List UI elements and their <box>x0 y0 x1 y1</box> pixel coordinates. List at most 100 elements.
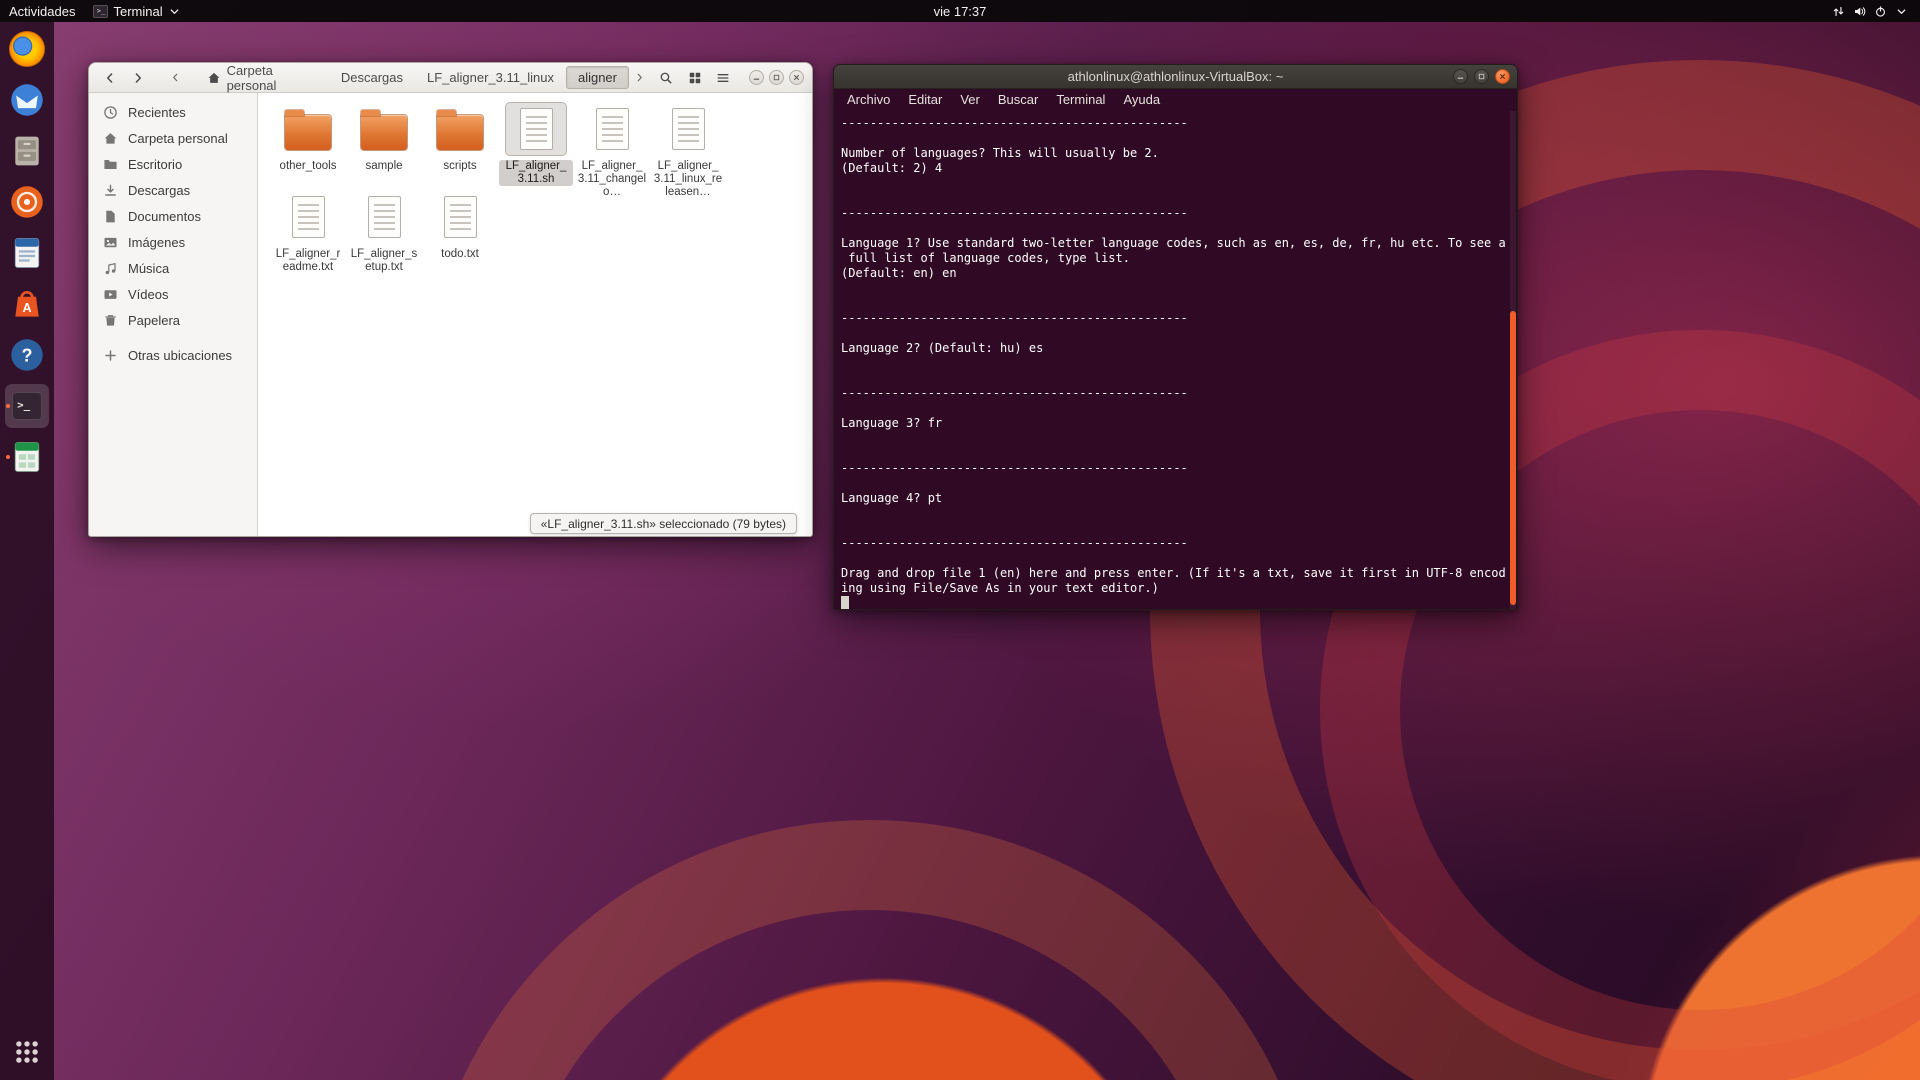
file-item-todo-txt[interactable]: todo.txt <box>422 189 498 277</box>
trash-icon <box>103 313 118 328</box>
terminal-menu-terminal[interactable]: Terminal <box>1047 89 1114 111</box>
svg-text:A: A <box>22 301 31 315</box>
breadcrumb-item-aligner[interactable]: aligner <box>566 66 629 89</box>
sidebar-item-carpeta-personal[interactable]: Carpeta personal <box>89 125 257 151</box>
wallpaper-arc <box>420 820 1320 1080</box>
image-icon <box>103 235 118 250</box>
terminal-minimize-button[interactable] <box>1453 69 1468 84</box>
file-item-sample[interactable]: sample <box>346 101 422 189</box>
terminal-content[interactable]: ----------------------------------------… <box>834 111 1517 609</box>
maximize-button[interactable] <box>769 70 784 85</box>
files-window: Carpeta personalDescargasLF_aligner_3.11… <box>88 62 813 537</box>
sidebar-item-descargas[interactable]: Descargas <box>89 177 257 203</box>
terminal-line: Drag and drop file 1 (en) here and press… <box>841 566 1509 581</box>
network-icon <box>1832 5 1845 18</box>
dock-item-libreoffice-writer[interactable] <box>5 231 49 275</box>
breadcrumb-scroll-right-button[interactable] <box>632 67 648 89</box>
activities-button[interactable]: Actividades <box>0 0 84 22</box>
dock-item-terminal[interactable]: >_ <box>5 384 49 428</box>
files-content-area[interactable]: other_toolssamplescriptsLF_aligner_3.11.… <box>258 93 812 536</box>
terminal-line <box>841 476 1509 491</box>
power-icon <box>1874 5 1887 18</box>
file-label: LF_aligner_readme.txt <box>271 248 345 274</box>
terminal-menu-editar[interactable]: Editar <box>899 89 951 111</box>
sidebar-item-label: Vídeos <box>128 287 168 302</box>
back-button[interactable] <box>97 67 122 89</box>
file-icon <box>506 103 566 155</box>
terminal-line <box>841 131 1509 146</box>
terminal-line <box>841 221 1509 236</box>
terminal-menu-ver[interactable]: Ver <box>951 89 989 111</box>
breadcrumb-label: LF_aligner_3.11_linux <box>427 70 554 85</box>
file-label: sample <box>347 160 421 173</box>
breadcrumb-item-descargas[interactable]: Descargas <box>329 66 415 89</box>
file-item-lf-aligner-3-11-sh[interactable]: LF_aligner_3.11.sh <box>498 101 574 189</box>
terminal-line: ing using File/Save As in your text edit… <box>841 581 1509 596</box>
files-headerbar[interactable]: Carpeta personalDescargas LF_aligner_3.11… <box>89 63 812 93</box>
breadcrumb: Carpeta personalDescargas LF_aligner_3.11… <box>195 66 629 89</box>
dock-item-libreoffice-calc[interactable] <box>5 435 49 479</box>
sidebar-item-documentos[interactable]: Documentos <box>89 203 257 229</box>
terminal-line: ----------------------------------------… <box>841 311 1509 326</box>
sidebar-item-recientes[interactable]: Recientes <box>89 99 257 125</box>
terminal-line <box>841 506 1509 521</box>
system-status-area[interactable] <box>1823 0 1920 22</box>
terminal-menu-buscar[interactable]: Buscar <box>989 89 1047 111</box>
terminal-maximize-button[interactable] <box>1474 69 1489 84</box>
running-indicator <box>6 404 10 408</box>
minimize-button[interactable] <box>749 70 764 85</box>
terminal-close-button[interactable] <box>1495 69 1510 84</box>
terminal-menu-archivo[interactable]: Archivo <box>838 89 899 111</box>
terminal-scrollbar-thumb[interactable] <box>1510 311 1516 605</box>
forward-button[interactable] <box>125 67 150 89</box>
sidebar-item-label: Papelera <box>128 313 180 328</box>
sidebar-item-papelera[interactable]: Papelera <box>89 307 257 333</box>
terminal-line: ----------------------------------------… <box>841 386 1509 401</box>
file-icon <box>658 103 718 155</box>
file-item-lf-aligner-3-11-changelo[interactable]: LF_aligner_3.11_changelo… <box>574 101 650 189</box>
dock-item-files[interactable] <box>5 129 49 173</box>
file-item-scripts[interactable]: scripts <box>422 101 498 189</box>
close-button[interactable] <box>789 70 804 85</box>
file-item-lf-aligner-3-11-linux-releasen[interactable]: LF_aligner_3.11_linux_releasen… <box>650 101 726 189</box>
video-icon <box>103 287 118 302</box>
folder-icon <box>430 103 490 155</box>
terminal-line <box>841 521 1509 536</box>
dock-item-thunderbird[interactable] <box>5 78 49 122</box>
terminal-menu-ayuda[interactable]: Ayuda <box>1114 89 1169 111</box>
clock[interactable]: vie 17:37 <box>925 0 996 22</box>
file-item-other-tools[interactable]: other_tools <box>270 101 346 189</box>
home-icon <box>207 71 221 85</box>
terminal-line: Number of languages? This will usually b… <box>841 146 1509 161</box>
breadcrumb-item-carpeta-personal[interactable]: Carpeta personal <box>195 66 329 89</box>
chevron-down-icon <box>168 5 181 18</box>
view-toggle-button[interactable] <box>682 67 707 89</box>
sidebar-item-label: Música <box>128 261 169 276</box>
file-item-lf-aligner-setup-txt[interactable]: LF_aligner_setup.txt <box>346 189 422 277</box>
breadcrumb-item-lf-aligner-3-11-linux[interactable]: LF_aligner_3.11_linux <box>415 66 566 89</box>
sidebar-item-videos[interactable]: Vídeos <box>89 281 257 307</box>
selection-status-bar: «LF_aligner_3.11.sh» seleccionado (79 by… <box>530 513 797 534</box>
sidebar-item-otras-ubicaciones[interactable]: Otras ubicaciones <box>89 342 257 368</box>
dock-item-ubuntu-software[interactable]: A <box>5 282 49 326</box>
search-button[interactable] <box>654 67 679 89</box>
sidebar-item-imagenes[interactable]: Imágenes <box>89 229 257 255</box>
dock-item-rhythmbox[interactable] <box>5 180 49 224</box>
sidebar-item-musica[interactable]: Música <box>89 255 257 281</box>
terminal-line <box>841 296 1509 311</box>
terminal-line <box>841 401 1509 416</box>
file-item-lf-aligner-readme-txt[interactable]: LF_aligner_readme.txt <box>270 189 346 277</box>
app-menu-button[interactable]: >_ Terminal <box>84 0 189 22</box>
help-icon: ? <box>9 337 45 373</box>
dock-item-firefox[interactable] <box>5 27 49 71</box>
terminal-line <box>841 326 1509 341</box>
file-label: LF_aligner_3.11_changelo… <box>575 160 649 199</box>
sidebar-item-escritorio[interactable]: Escritorio <box>89 151 257 177</box>
show-apps-button[interactable] <box>5 1030 49 1074</box>
terminal-titlebar[interactable]: athlonlinux@athlonlinux-VirtualBox: ~ <box>834 65 1517 89</box>
dock-item-help[interactable]: ? <box>5 333 49 377</box>
terminal-cursor <box>841 596 849 609</box>
terminal-app-icon: >_ <box>93 5 108 18</box>
menu-button[interactable] <box>711 67 736 89</box>
breadcrumb-scroll-left-button[interactable] <box>168 67 184 89</box>
